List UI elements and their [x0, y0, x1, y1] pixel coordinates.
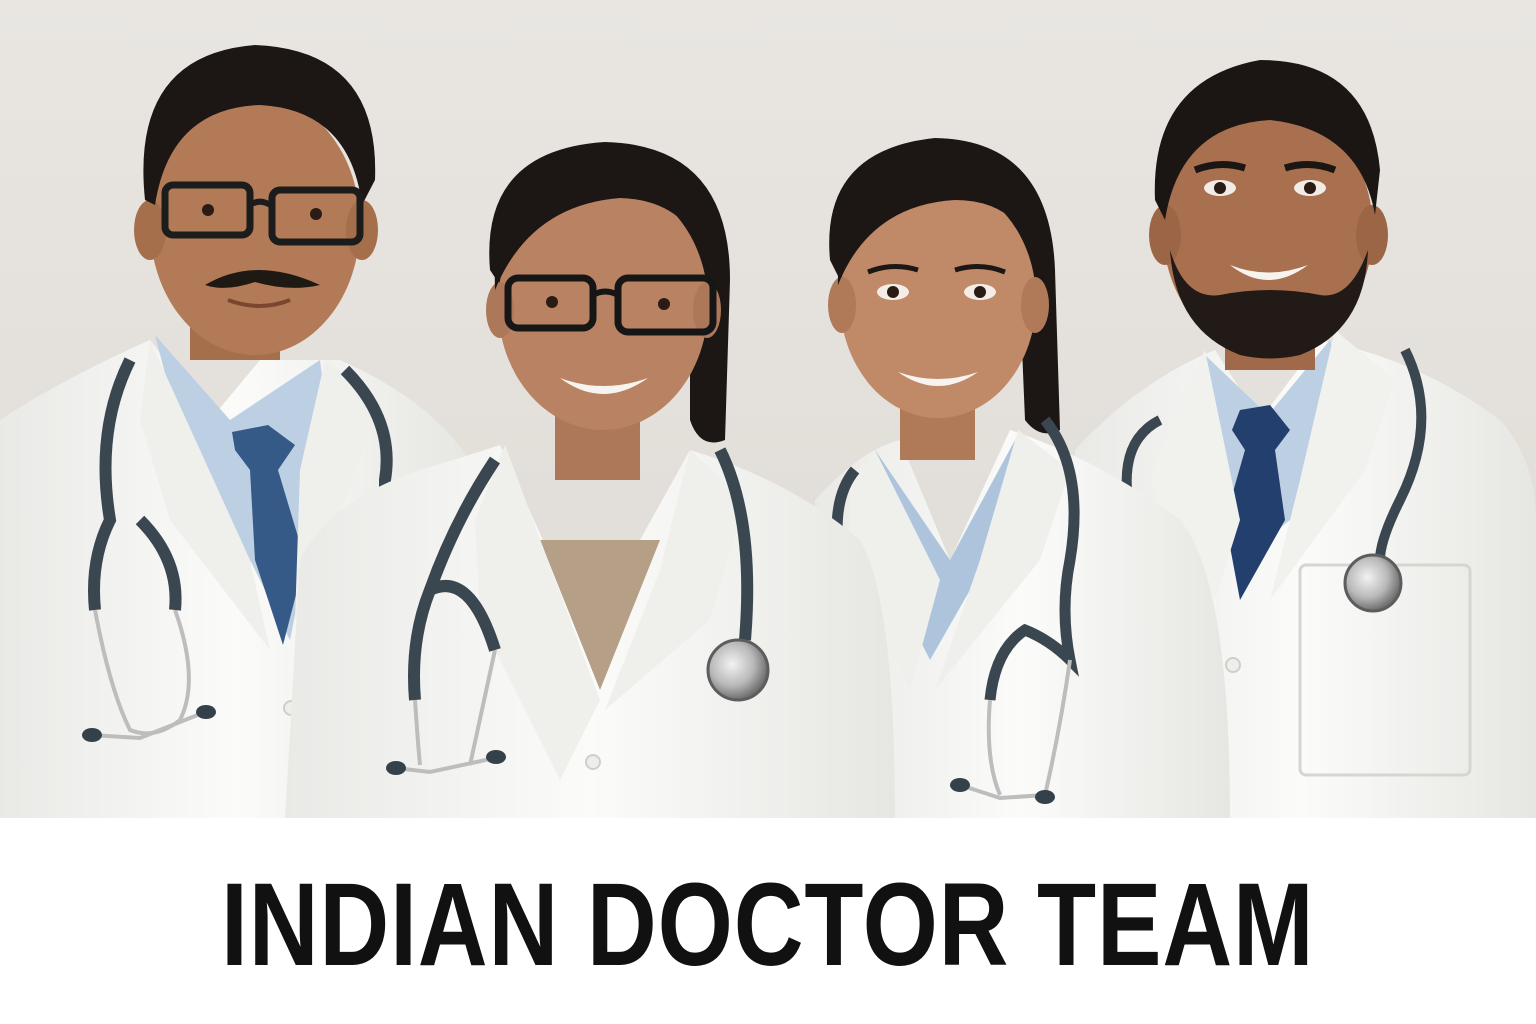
caption-title: INDIAN DOCTOR TEAM: [221, 859, 1315, 991]
doctors-photo: [0, 0, 1536, 818]
caption-banner: INDIAN DOCTOR TEAM: [0, 818, 1536, 1024]
page: INDIAN DOCTOR TEAM: [0, 0, 1536, 1024]
doctors-illustration: [0, 0, 1536, 818]
